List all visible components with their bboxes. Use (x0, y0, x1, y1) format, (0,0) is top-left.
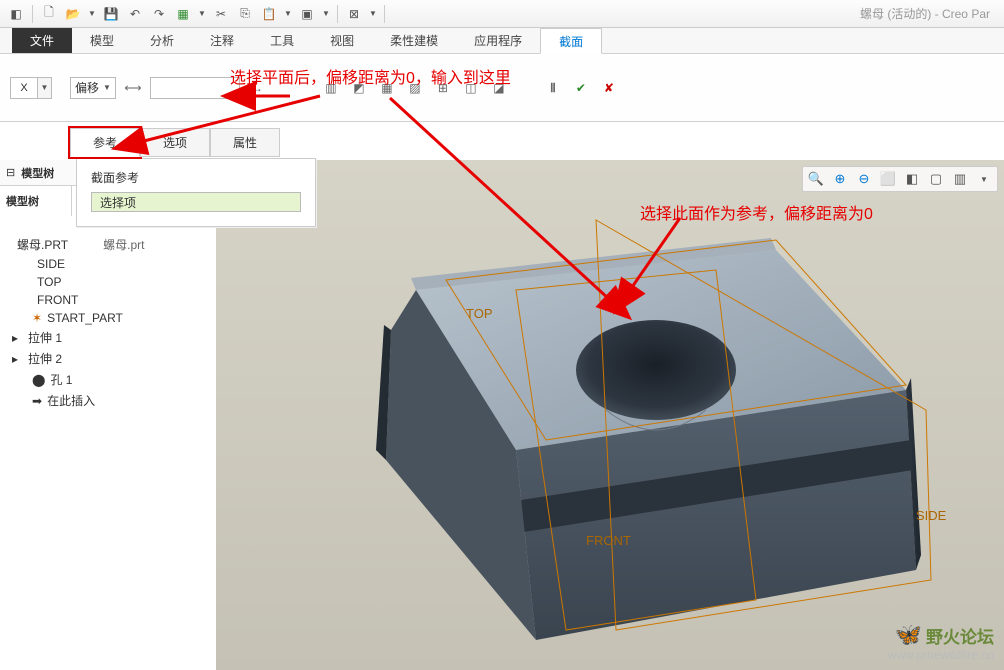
tree-node-front[interactable]: FRONT (4, 291, 211, 309)
ribbon-tabs: 文件 模型 分析 注释 工具 视图 柔性建模 应用程序 截面 (0, 28, 1004, 54)
close-win-icon[interactable]: ⊠ (344, 4, 364, 24)
reference-label: 截面参考 (91, 169, 301, 186)
tab-model[interactable]: 模型 (72, 28, 132, 53)
windows-icon[interactable]: ▣ (297, 4, 317, 24)
tree-node-part[interactable]: 螺母.PRT 螺母.prt (4, 234, 211, 255)
dashboard-tabs: 参考 选项 属性 (70, 128, 280, 157)
save-icon[interactable]: 💾 (101, 4, 121, 24)
open-icon[interactable]: 📂 (63, 4, 83, 24)
reference-field[interactable]: 选择项 (91, 192, 301, 212)
paste-icon[interactable]: 📋 (259, 4, 279, 24)
quick-access-toolbar: ◧ 🗋 📂 ▼ 💾 ↶ ↷ ▦ ▼ ✂ ⎘ 📋 ▼ ▣ ▼ ⊠ ▼ 螺母 (活动… (0, 0, 1004, 28)
tab-flex[interactable]: 柔性建模 (372, 28, 456, 53)
model-tree: 螺母.PRT 螺母.prt SIDE TOP FRONT ✶START_PART… (0, 228, 215, 417)
section-type-display[interactable]: X (10, 77, 38, 99)
window-title: 螺母 (活动的) - Creo Par (860, 5, 998, 22)
section-type-dd[interactable]: ▼ (38, 77, 52, 99)
tab-view[interactable]: 视图 (312, 28, 372, 53)
tree-node-top[interactable]: TOP (4, 273, 211, 291)
graphics-canvas[interactable]: 🔍 ⊕ ⊖ ⬜ ◧ ▢ ▥ ▼ (216, 160, 1004, 670)
dashboard-tab-options[interactable]: 选项 (140, 128, 210, 157)
copy-icon[interactable]: ⎘ (235, 4, 255, 24)
tree-node-extrude1[interactable]: ▸拉伸 1 (4, 327, 211, 348)
dashboard-tab-properties[interactable]: 属性 (210, 128, 280, 157)
tree-icon[interactable]: ⊟ (6, 166, 15, 179)
annotation-select-face: 选择此面作为参考，偏移距离为0 (640, 200, 873, 224)
tree-title-1: 模型树 (21, 165, 54, 181)
dd-icon[interactable]: ▼ (368, 4, 378, 24)
watermark: 🦋野火论坛 www.proewildfire.cn (888, 622, 994, 662)
reference-panel: 截面参考 选择项 (76, 158, 316, 227)
dd-icon[interactable]: ▼ (87, 4, 97, 24)
app-icon[interactable]: ◧ (6, 4, 26, 24)
tree-title-2: 模型树 (6, 193, 39, 209)
cancel-icon[interactable]: ✘ (598, 77, 620, 99)
tab-apps[interactable]: 应用程序 (456, 28, 540, 53)
offset-mode-label: 偏移 (75, 79, 99, 96)
dim-icon[interactable]: ⟷ (122, 77, 144, 99)
tree-node-hole[interactable]: ⬤孔 1 (4, 369, 211, 390)
dd-icon[interactable]: ▼ (197, 4, 207, 24)
svg-text:SIDE: SIDE (916, 508, 947, 523)
butterfly-icon: 🦋 (895, 622, 922, 648)
csys-icon: ✶ (32, 311, 42, 325)
insert-icon: ➡ (32, 394, 42, 408)
tab-file[interactable]: 文件 (12, 28, 72, 53)
undo-icon[interactable]: ↶ (125, 4, 145, 24)
new-icon[interactable]: 🗋 (39, 4, 59, 24)
pause-icon[interactable]: Ⅱ (542, 77, 564, 99)
tab-analysis[interactable]: 分析 (132, 28, 192, 53)
ok-icon[interactable]: ✔ (570, 77, 592, 99)
tree-node-insert[interactable]: ➡在此插入 (4, 390, 211, 411)
dashboard-tab-reference[interactable]: 参考 (70, 128, 140, 157)
hole-icon: ⬤ (32, 373, 45, 387)
annotation-offset-input: 选择平面后，偏移距离为0，输入到这里 (230, 64, 511, 88)
tree-title-2-wrap: 模型树 (0, 186, 72, 216)
svg-text:FRONT: FRONT (586, 533, 631, 548)
tree-filename: 螺母.prt (103, 236, 144, 253)
dd-icon[interactable]: ▼ (321, 4, 331, 24)
svg-text:TOP: TOP (466, 306, 493, 321)
tab-tools[interactable]: 工具 (252, 28, 312, 53)
tab-section[interactable]: 截面 (540, 28, 602, 54)
ribbon-content: X ▼ 偏移 ▼ ⟷ ↔ ▥ ◩ ▦ ▨ ⊞ ◫ ◪ Ⅱ ✔ ✘ 选择平面后，偏… (0, 54, 1004, 122)
tree-node-csys[interactable]: ✶START_PART (4, 309, 211, 327)
reference-value: 选择项 (100, 194, 136, 211)
expand-icon[interactable]: ▸ (12, 352, 18, 366)
offset-mode-combo[interactable]: 偏移 ▼ (70, 77, 116, 99)
tree-node-side[interactable]: SIDE (4, 255, 211, 273)
cut-icon[interactable]: ✂ (211, 4, 231, 24)
tab-annotate[interactable]: 注释 (192, 28, 252, 53)
offset-value-input[interactable] (150, 77, 240, 99)
tree-node-extrude2[interactable]: ▸拉伸 2 (4, 348, 211, 369)
redo-icon[interactable]: ↷ (149, 4, 169, 24)
expand-icon[interactable]: ▸ (12, 331, 18, 345)
regen-icon[interactable]: ▦ (173, 4, 193, 24)
dd-icon[interactable]: ▼ (283, 4, 293, 24)
